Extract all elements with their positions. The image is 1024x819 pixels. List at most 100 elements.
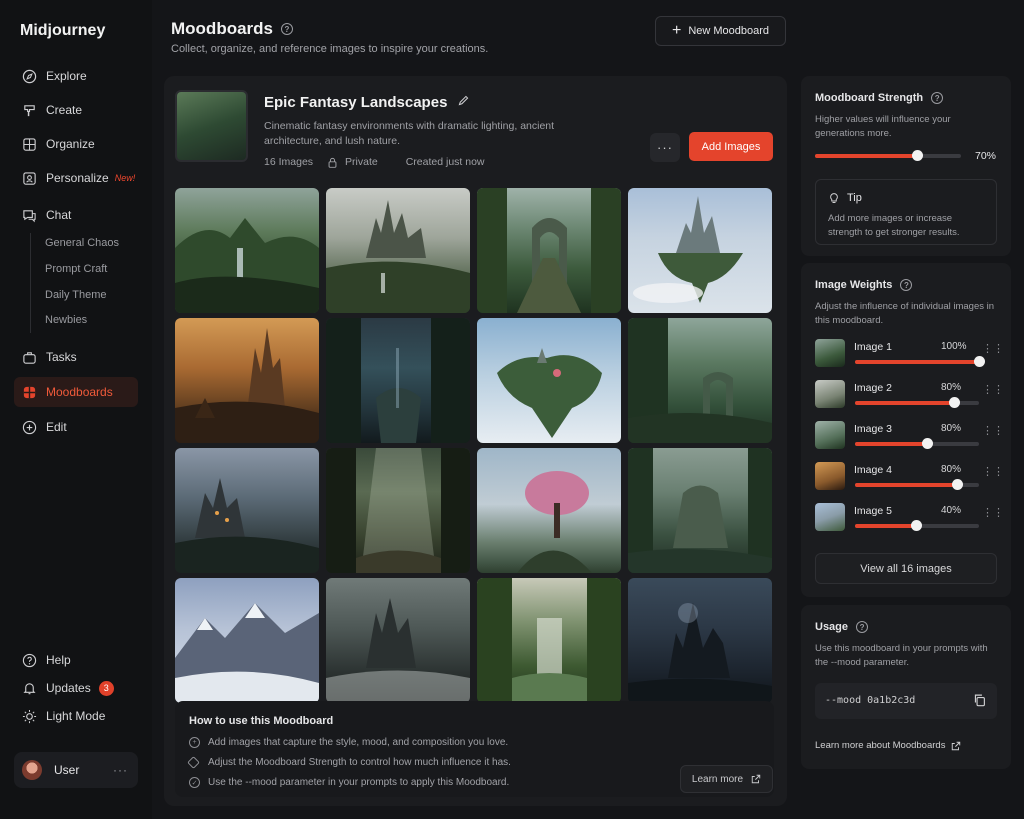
- moodboard-cover: [175, 90, 248, 162]
- chat-channel-newbies[interactable]: Newbies: [45, 314, 87, 326]
- ruin-arch-scene: [477, 188, 621, 313]
- learn-more-moodboards-text: Learn more about Moodboards: [815, 740, 946, 751]
- snowy-mountains-scene: [175, 603, 319, 703]
- weight-slider-fill: [855, 401, 955, 405]
- check-circle-icon: ✓: [189, 777, 200, 788]
- chat-channel-general-chaos[interactable]: General Chaos: [45, 237, 119, 249]
- help-circle-icon[interactable]: ?: [856, 621, 869, 633]
- drag-handle-icon[interactable]: ⋮⋮: [982, 344, 1004, 355]
- moodboard-image[interactable]: [477, 188, 621, 313]
- learn-more-moodboards-link[interactable]: Learn more about Moodboards: [815, 740, 961, 751]
- nav-label: Organize: [46, 137, 95, 151]
- weight-image-thumbnail: [815, 503, 845, 531]
- weight-slider[interactable]: [855, 397, 979, 408]
- learn-more-button[interactable]: Learn more: [680, 765, 773, 793]
- moodboard-image[interactable]: [628, 578, 772, 703]
- created-time: Created just now: [405, 156, 485, 168]
- tip-box: Tip Add more images or increase strength…: [815, 179, 997, 245]
- nav-item-edit[interactable]: Edit: [14, 412, 138, 442]
- chat-channel-prompt-craft[interactable]: Prompt Craft: [45, 263, 107, 275]
- moodboard-image[interactable]: [628, 318, 772, 443]
- nav-item-tasks[interactable]: Tasks: [14, 342, 138, 372]
- weight-slider[interactable]: [855, 479, 979, 490]
- nav-item-moodboards[interactable]: Moodboards: [14, 377, 138, 407]
- moodboard-image[interactable]: [628, 188, 772, 313]
- weight-percent: 40%: [941, 505, 962, 516]
- nav-item-create[interactable]: Create: [14, 95, 138, 125]
- weight-slider[interactable]: [855, 356, 985, 367]
- mood-code-box: --mood 0a1b2c3d: [815, 683, 997, 719]
- valley-falls-scene: [477, 578, 621, 703]
- weight-image-name: Image 2: [854, 382, 892, 394]
- add-images-button[interactable]: Add Images: [689, 132, 773, 161]
- grid-icon: [21, 136, 38, 153]
- moodboard-image[interactable]: [326, 578, 470, 703]
- app-logo[interactable]: Midjourney: [20, 22, 105, 40]
- usage-subtitle: Use this moodboard in your prompts with …: [815, 643, 988, 668]
- weight-slider-knob[interactable]: [910, 520, 922, 531]
- nav-item-organize[interactable]: Organize: [14, 129, 138, 159]
- weight-slider[interactable]: [855, 438, 979, 449]
- weight-image-name: Image 1: [854, 341, 892, 353]
- weight-slider-knob[interactable]: [949, 397, 961, 408]
- mood-code[interactable]: --mood 0a1b2c3d: [825, 695, 915, 706]
- chat-channel-daily-theme[interactable]: Daily Theme: [45, 289, 107, 301]
- nav-item-explore[interactable]: Explore: [14, 61, 138, 91]
- strength-slider[interactable]: [815, 150, 961, 161]
- nav-item-chat[interactable]: Chat: [14, 200, 138, 230]
- moodboard-image[interactable]: [477, 318, 621, 443]
- moodboard-description: Cinematic fantasy environments with dram…: [264, 120, 555, 147]
- help-circle-icon[interactable]: ?: [900, 279, 913, 291]
- nav-label: Light Mode: [46, 709, 106, 723]
- nav-item-light-mode[interactable]: Light Mode: [14, 701, 138, 731]
- nav-label: Edit: [46, 420, 67, 434]
- nav-item-personalize[interactable]: Personalize New!: [14, 163, 138, 193]
- brush-icon: [21, 102, 38, 119]
- image-weights-panel: Image Weights ? Adjust the influence of …: [801, 263, 1011, 597]
- moodboard-image[interactable]: [326, 318, 470, 443]
- drag-handle-icon[interactable]: ⋮⋮: [982, 467, 1004, 478]
- image-weight-row: Image 1 100% ⋮⋮: [815, 339, 1004, 369]
- moodboard-image[interactable]: [628, 448, 772, 573]
- nav-item-help[interactable]: Help: [14, 645, 138, 675]
- copy-icon[interactable]: [973, 693, 986, 710]
- strength-title-text: Moodboard Strength: [815, 92, 924, 104]
- weight-slider-knob[interactable]: [974, 356, 985, 367]
- nav-label: Help: [46, 653, 71, 667]
- view-all-images-button[interactable]: View all 16 images: [815, 553, 997, 584]
- weight-slider-knob[interactable]: [921, 438, 933, 449]
- drag-handle-icon[interactable]: ⋮⋮: [982, 385, 1004, 396]
- page-title-text: Moodboards: [171, 19, 273, 38]
- strength-slider-knob[interactable]: [912, 150, 924, 161]
- night-fortress-scene: [175, 478, 319, 573]
- drag-handle-icon[interactable]: ⋮⋮: [982, 508, 1004, 519]
- nav-label: Tasks: [46, 350, 77, 364]
- strength-slider-fill: [815, 154, 918, 158]
- drag-handle-icon[interactable]: ⋮⋮: [982, 426, 1004, 437]
- user-more-button[interactable]: ···: [113, 763, 128, 777]
- moodboard-image[interactable]: [175, 578, 319, 703]
- new-moodboard-button[interactable]: + New Moodboard: [655, 16, 786, 46]
- moodboard-image[interactable]: [175, 318, 319, 443]
- moodboard-image[interactable]: [175, 188, 319, 313]
- sky-island-scene: [497, 348, 602, 438]
- help-circle-icon[interactable]: ?: [281, 23, 293, 35]
- moodboard-image[interactable]: [477, 578, 621, 703]
- moodboard-image[interactable]: [326, 448, 470, 573]
- user-menu[interactable]: User ···: [14, 752, 138, 788]
- weight-slider-knob[interactable]: [951, 479, 963, 490]
- more-options-button[interactable]: ···: [650, 133, 680, 162]
- nav-label: Updates: [46, 681, 91, 695]
- pencil-icon[interactable]: [457, 94, 470, 111]
- diamond-icon: [187, 756, 200, 769]
- moodboard-image[interactable]: [175, 448, 319, 573]
- weight-slider[interactable]: [855, 520, 979, 531]
- weight-image-thumbnail: [815, 380, 845, 408]
- moodboard-image[interactable]: [326, 188, 470, 313]
- howto-item-text: Adjust the Moodboard Strength to control…: [208, 757, 511, 768]
- weight-image-thumbnail: [815, 462, 845, 490]
- nav-item-updates[interactable]: Updates 3: [14, 673, 138, 703]
- help-circle-icon[interactable]: ?: [931, 92, 944, 104]
- strength-panel: Moodboard Strength ? Higher values will …: [801, 76, 1011, 256]
- moodboard-image[interactable]: [477, 448, 621, 573]
